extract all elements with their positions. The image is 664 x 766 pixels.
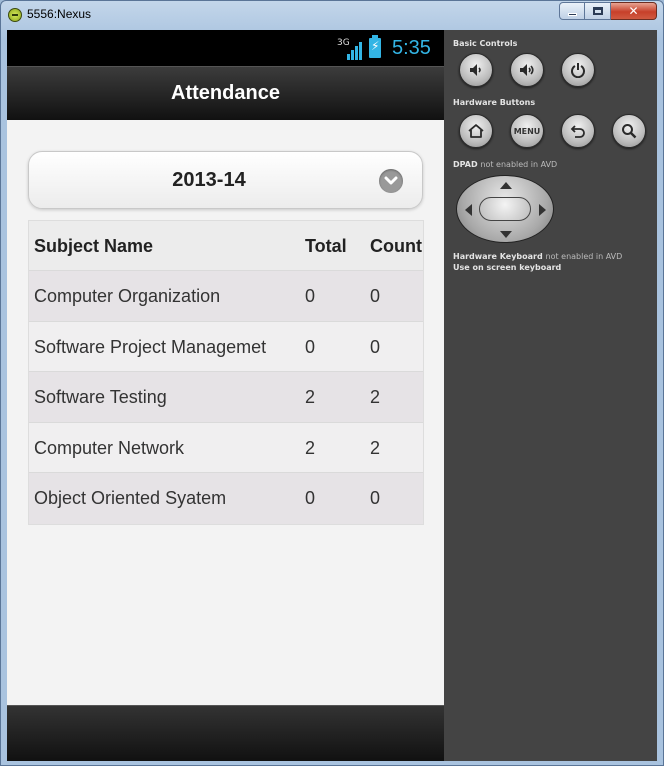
hardware-buttons-label: Hardware Buttons xyxy=(453,98,536,107)
dpad-center-button[interactable] xyxy=(479,197,531,221)
attendance-table: Subject Name Total Count Computer Organi… xyxy=(28,220,424,525)
close-button[interactable]: ✕ xyxy=(611,2,657,20)
subject-name: Computer Organization xyxy=(34,286,221,306)
maximize-button[interactable] xyxy=(585,2,611,20)
column-header-subject: Subject Name xyxy=(34,236,154,256)
window-title: 5556:Nexus xyxy=(27,7,92,21)
total-value: 0 xyxy=(305,286,316,306)
minimize-button[interactable] xyxy=(559,2,585,20)
keyboard-hint: Use on screen keyboard xyxy=(453,263,562,272)
signal-icon: 3G xyxy=(337,38,363,60)
dpad-title: DPAD xyxy=(453,160,478,169)
network-type: 3G xyxy=(337,38,350,48)
status-bar: 3G ⚡ 5:35 xyxy=(7,30,444,66)
year-select-value: 2013-14 xyxy=(172,169,246,191)
app-header: Attendance xyxy=(7,66,444,120)
app-footer xyxy=(7,705,444,761)
table-row[interactable]: Computer Network 2 2 xyxy=(29,422,423,473)
menu-button-label: MENU xyxy=(513,126,541,136)
volume-up-button[interactable] xyxy=(510,53,544,87)
menu-button[interactable]: MENU xyxy=(510,114,544,148)
hardware-keyboard-label: Hardware Keyboard not enabled in AVD xyxy=(453,252,622,261)
android-icon xyxy=(8,8,22,22)
battery-charging-icon: ⚡ xyxy=(369,35,381,58)
chevron-down-icon xyxy=(379,169,403,193)
subject-name: Software Testing xyxy=(34,387,167,407)
search-button[interactable] xyxy=(612,114,646,148)
dpad-down-icon xyxy=(500,231,512,238)
total-value: 2 xyxy=(305,387,316,407)
year-select[interactable]: 2013-14 xyxy=(28,151,423,209)
dpad-right-icon xyxy=(539,204,546,216)
volume-down-icon xyxy=(470,64,481,76)
volume-down-button[interactable] xyxy=(459,53,493,87)
title-bar[interactable]: 5556:Nexus ✕ xyxy=(1,1,663,29)
count-value: 0 xyxy=(370,488,381,508)
column-header-count: Count xyxy=(370,236,422,256)
total-value: 0 xyxy=(305,336,316,357)
keyboard-note: not enabled in AVD xyxy=(545,252,623,261)
table-row[interactable]: Software Testing 2 2 xyxy=(29,372,423,423)
search-icon xyxy=(622,124,637,139)
table-row[interactable]: Software Project Managemet 0 0 xyxy=(29,321,423,372)
emulator-client-area: 3G ⚡ 5:35 Attendance 2013-14 Subject Nam… xyxy=(7,30,657,761)
back-icon xyxy=(570,125,585,138)
basic-controls-label: Basic Controls xyxy=(453,39,518,48)
table-row[interactable]: Computer Organization 0 0 xyxy=(29,271,423,322)
total-value: 2 xyxy=(305,437,316,458)
total-value: 0 xyxy=(305,488,316,508)
maximize-icon xyxy=(592,7,603,15)
subject-name: Software Project Managemet xyxy=(34,336,267,357)
emulator-window: 5556:Nexus ✕ 3G ⚡ 5:35 Attendance 2013-1… xyxy=(0,0,664,766)
count-value: 2 xyxy=(370,437,381,458)
dpad-label: DPAD not enabled in AVD xyxy=(453,160,557,169)
main-content: 2013-14 Subject Name Total Count Compute… xyxy=(7,120,444,705)
dpad-control[interactable] xyxy=(456,175,554,243)
minimize-icon xyxy=(567,12,577,16)
table-row[interactable]: Object Oriented Syatem 0 0 xyxy=(29,473,423,524)
back-button[interactable] xyxy=(561,114,595,148)
subject-name: Object Oriented Syatem xyxy=(34,488,227,508)
close-icon: ✕ xyxy=(628,4,639,18)
window-controls: ✕ xyxy=(559,2,657,20)
count-value: 2 xyxy=(370,387,381,407)
power-button[interactable] xyxy=(561,53,595,87)
subject-name: Computer Network xyxy=(34,437,185,458)
status-time: 5:35 xyxy=(392,37,431,59)
count-value: 0 xyxy=(370,336,381,357)
count-value: 0 xyxy=(370,286,381,306)
home-icon xyxy=(468,124,484,138)
dpad-up-icon xyxy=(500,182,512,189)
column-header-total: Total xyxy=(305,236,347,256)
home-button[interactable] xyxy=(459,114,493,148)
dpad-left-icon xyxy=(465,204,472,216)
keyboard-title: Hardware Keyboard xyxy=(453,252,543,261)
table-header-row: Subject Name Total Count xyxy=(29,221,423,271)
phone-screen: 3G ⚡ 5:35 Attendance 2013-14 Subject Nam… xyxy=(7,30,444,761)
power-icon xyxy=(571,63,585,78)
emulator-controls-panel: Basic Controls Hardware Buttons MENU DPA… xyxy=(444,30,657,761)
volume-up-icon xyxy=(520,64,534,76)
page-title: Attendance xyxy=(171,82,280,104)
dpad-note: not enabled in AVD xyxy=(480,160,558,169)
